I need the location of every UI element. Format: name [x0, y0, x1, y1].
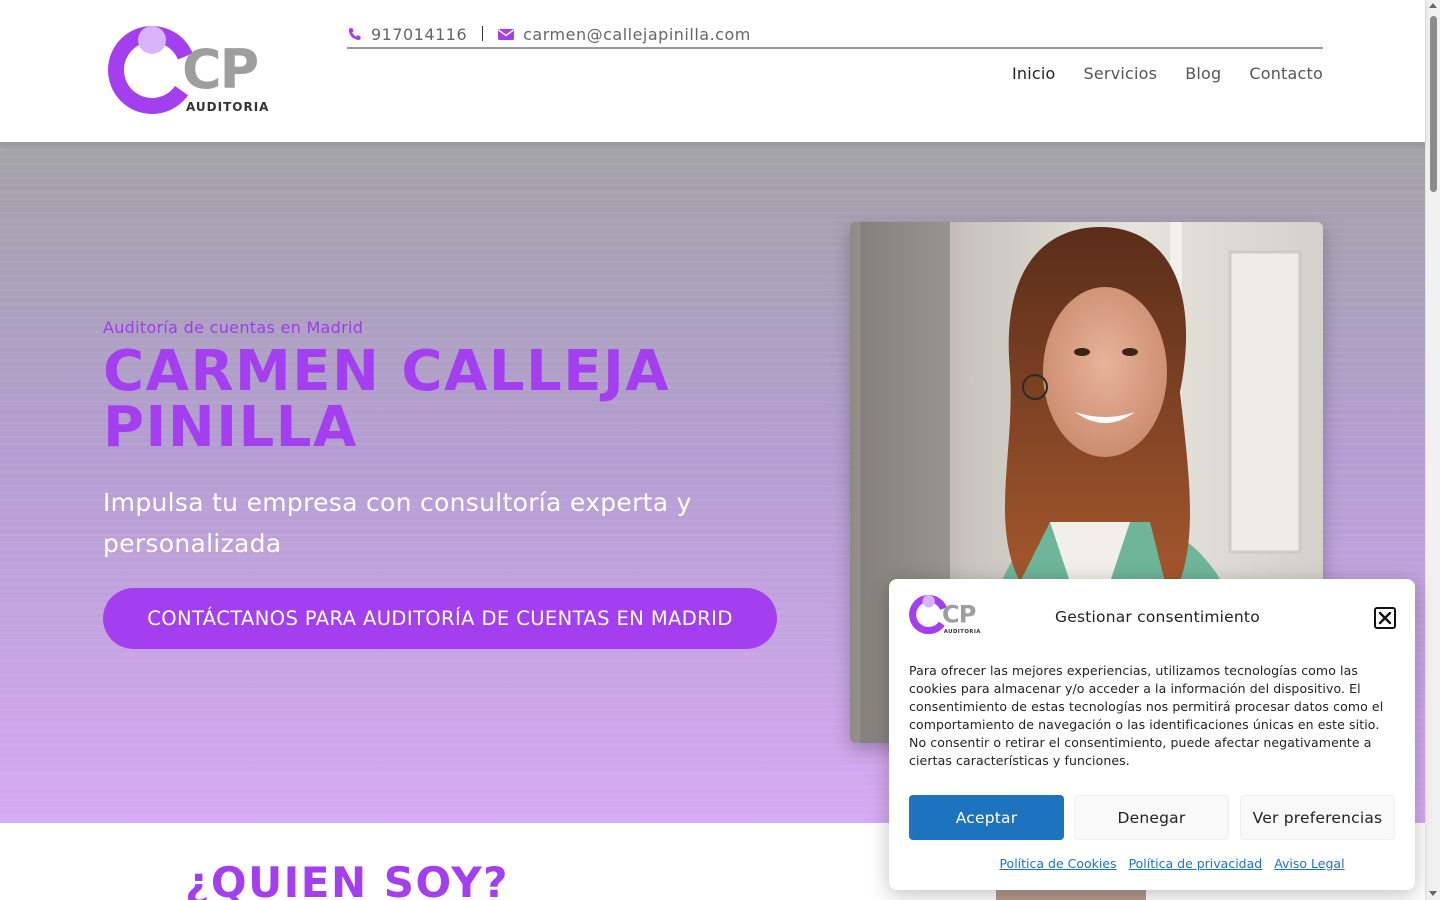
deny-button[interactable]: Denegar [1074, 795, 1229, 840]
about-heading: ¿QUIEN SOY? [185, 858, 509, 900]
modal-body-text: Para ofrecer las mejores experiencias, u… [909, 663, 1384, 768]
close-icon [1378, 611, 1392, 625]
contact-bar: 917014116 carmen@callejapinilla.com [347, 22, 1323, 49]
modal-title: Gestionar consentimiento [1055, 608, 1260, 626]
phone-icon [348, 27, 361, 40]
svg-text:AUDITORIA: AUDITORIA [944, 629, 981, 635]
cookie-policy-link[interactable]: Política de Cookies [999, 856, 1116, 871]
nav-item-contacto[interactable]: Contacto [1249, 64, 1323, 83]
contact-cta-button[interactable]: CONTÁCTANOS PARA AUDITORÍA DE CUENTAS EN… [103, 588, 777, 649]
phone-link[interactable]: 917014116 [347, 22, 467, 46]
modal-logo: CP AUDITORIA [909, 595, 981, 635]
page-scrollbar[interactable] [1425, 0, 1440, 900]
hero-eyebrow: Auditoría de cuentas en Madrid [103, 318, 364, 337]
nav-item-blog[interactable]: Blog [1185, 64, 1221, 83]
preferences-button[interactable]: Ver preferencias [1240, 795, 1395, 840]
legal-notice-link[interactable]: Aviso Legal [1274, 856, 1344, 871]
site-header: CP AUDITORIA 917014116 carmen@callejapin… [0, 0, 1425, 142]
cookie-consent-modal: CP AUDITORIA Gestionar consentimiento Pa… [889, 579, 1415, 890]
privacy-policy-link[interactable]: Política de privacidad [1129, 856, 1263, 871]
nav-item-inicio[interactable]: Inicio [1012, 64, 1056, 83]
hero-title: CARMEN CALLEJA PINILLA [103, 339, 671, 460]
svg-text:AUDITORIA: AUDITORIA [186, 100, 269, 114]
email-link[interactable]: carmen@callejapinilla.com [498, 22, 751, 46]
phone-number: 917014116 [371, 24, 468, 44]
contact-separator [482, 26, 484, 41]
email-address: carmen@callejapinilla.com [523, 24, 751, 44]
svg-text:CP: CP [182, 38, 258, 101]
nav-item-servicios[interactable]: Servicios [1084, 64, 1158, 83]
hero-subtitle: Impulsa tu empresa con consultoría exper… [103, 488, 692, 558]
modal-legal-links: Política de Cookies Política de privacid… [889, 856, 1415, 871]
envelope-icon [498, 28, 515, 40]
scroll-up-arrow-icon[interactable] [1429, 3, 1437, 8]
accept-button[interactable]: Aceptar [909, 795, 1064, 840]
close-button[interactable] [1374, 607, 1396, 629]
main-nav: Inicio Servicios Blog Contacto [1012, 64, 1323, 83]
scroll-down-arrow-icon[interactable] [1429, 891, 1437, 896]
scrollbar-thumb[interactable] [1430, 16, 1437, 192]
site-logo[interactable]: CP AUDITORIA [108, 26, 283, 116]
svg-text:CP: CP [942, 601, 976, 629]
